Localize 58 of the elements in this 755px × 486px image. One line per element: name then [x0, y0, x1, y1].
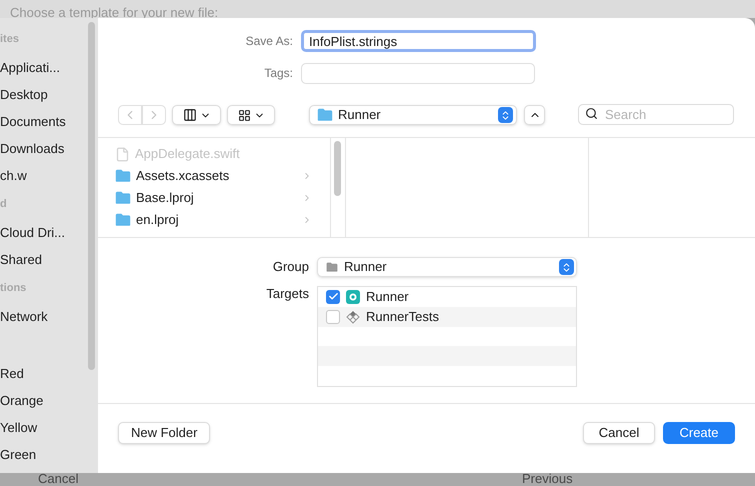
check-icon — [328, 291, 338, 302]
up-button[interactable] — [524, 105, 545, 125]
sidebar-item[interactable]: Cloud Dri... — [0, 219, 98, 246]
target-name: RunnerTests — [366, 308, 439, 326]
folder-icon — [115, 169, 131, 183]
columns-icon — [182, 108, 196, 122]
search-field[interactable]: Search — [578, 104, 734, 125]
create-button[interactable]: Create — [663, 422, 735, 444]
background-button[interactable]: Previous — [522, 473, 573, 486]
sidebar-item[interactable]: Applicati... — [0, 54, 98, 81]
group-popup[interactable]: Runner — [317, 257, 577, 277]
app-icon — [346, 290, 360, 304]
sidebar-item[interactable]: Network — [0, 303, 98, 330]
targets-label: Targets — [265, 286, 310, 303]
back-button[interactable] — [118, 105, 142, 125]
target-checkbox[interactable] — [326, 290, 340, 304]
location-popup[interactable]: Runner — [309, 105, 517, 125]
group-label: Group — [272, 258, 310, 276]
grid-icon — [238, 108, 250, 122]
folder-icon — [326, 262, 338, 272]
sidebar-item[interactable]: Documents — [0, 108, 98, 135]
save-as-field[interactable]: InfoPlist.strings — [301, 30, 536, 52]
stepper-icon — [498, 107, 513, 123]
diamond-icon — [346, 310, 360, 324]
sidebar-item[interactable]: Red — [0, 360, 98, 387]
file-row[interactable]: en.lproj — [115, 209, 312, 231]
sidebar-item[interactable]: Orange — [0, 387, 98, 414]
stepper-icon — [559, 259, 574, 275]
sidebar-item[interactable]: Shared — [0, 246, 98, 273]
background-button[interactable]: Cancel — [38, 473, 78, 486]
view-mode-button[interactable] — [172, 105, 221, 125]
tags-field[interactable] — [301, 62, 535, 84]
file-row[interactable]: Assets.xcassets — [115, 165, 312, 187]
file-icon — [115, 146, 130, 162]
sidebar-item[interactable]: Yellow — [0, 414, 98, 441]
sidebar-heading: tions — [0, 280, 26, 296]
folder-icon — [317, 108, 333, 122]
sidebar-item[interactable]: Downloads — [0, 135, 98, 162]
forward-button[interactable] — [142, 105, 166, 125]
cancel-button[interactable]: Cancel — [583, 422, 655, 444]
sidebar-item[interactable]: Desktop — [0, 81, 98, 108]
sidebar-item[interactable]: ch.w — [0, 162, 98, 189]
sidebar-item[interactable]: Green — [0, 441, 98, 468]
group-by-button[interactable] — [227, 105, 275, 125]
search-icon — [585, 107, 598, 120]
scrollbar[interactable] — [334, 141, 341, 196]
tags-label: Tags: — [263, 65, 294, 82]
new-folder-button[interactable]: New Folder — [118, 422, 210, 444]
scrollbar[interactable] — [88, 22, 95, 370]
sidebar-heading: d — [0, 196, 7, 212]
folder-icon — [115, 191, 131, 205]
sidebar-heading: ites — [0, 32, 19, 47]
template-prompt: Choose a template for your new file: — [10, 6, 218, 20]
target-checkbox[interactable] — [326, 310, 340, 324]
target-name: Runner — [366, 288, 409, 306]
folder-icon — [115, 213, 131, 227]
save-as-label: Save As: — [244, 33, 294, 50]
file-row[interactable]: Base.lproj — [115, 187, 312, 209]
